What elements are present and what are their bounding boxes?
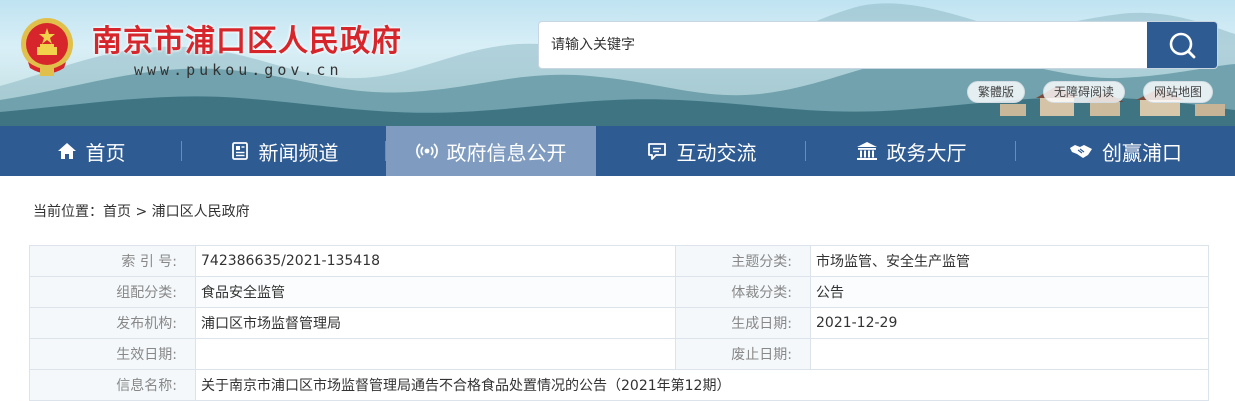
top-links: 繁體版 无障碍阅读 网站地图 xyxy=(966,81,1213,103)
nav-item-interaction[interactable]: 互动交流 xyxy=(596,126,806,176)
breadcrumb-prefix: 当前位置： xyxy=(33,204,103,220)
created-date-value: 2021-12-29 xyxy=(810,307,1209,339)
publisher-label: 发布机构: xyxy=(29,307,196,339)
nav-item-gov-info[interactable]: 政府信息公开 xyxy=(386,126,596,176)
effective-date-label: 生效日期: xyxy=(29,338,196,370)
nav-item-label: 新闻频道 xyxy=(258,140,339,165)
nav-item-news[interactable]: 新闻频道 xyxy=(182,126,386,176)
effective-date-value xyxy=(195,338,676,370)
government-building-icon xyxy=(856,141,878,161)
table-row: 生效日期: 废止日期: xyxy=(29,338,1209,370)
breadcrumb-home-link[interactable]: 首页 xyxy=(103,204,131,220)
publisher-value: 浦口区市场监督管理局 xyxy=(195,307,676,339)
broadcast-icon xyxy=(415,141,438,161)
nav-item-service-hall[interactable]: 政务大厅 xyxy=(806,126,1016,176)
genre-label: 体裁分类: xyxy=(675,276,811,308)
table-row: 索 引 号: 742386635/2021-135418 主题分类: 市场监管、… xyxy=(29,245,1209,277)
nav-item-label: 政务大厅 xyxy=(886,140,967,165)
expiry-date-value xyxy=(810,338,1209,370)
chat-icon xyxy=(646,141,668,161)
breadcrumb-separator: > xyxy=(131,204,152,220)
traditional-chinese-link[interactable]: 繁體版 xyxy=(966,81,1025,103)
topic-label: 主题分类: xyxy=(675,245,811,277)
index-number-label: 索 引 号: xyxy=(29,245,196,277)
breadcrumb: 当前位置：首页 > 浦口区人民政府 xyxy=(33,201,250,221)
national-emblem-logo xyxy=(21,18,73,76)
main-nav: 首页 新闻频道 政府信息公开 互动交流 政务大厅 创赢浦口 xyxy=(0,126,1235,176)
nav-item-label: 创赢浦口 xyxy=(1102,140,1182,165)
search-icon xyxy=(1169,32,1196,59)
handshake-icon xyxy=(1069,141,1093,161)
accessibility-link[interactable]: 无障碍阅读 xyxy=(1042,81,1125,103)
expiry-date-label: 废止日期: xyxy=(675,338,811,370)
header-banner: 南京市浦口区人民政府 www.pukou.gov.cn 繁體版 无障碍阅读 网站… xyxy=(0,0,1235,126)
home-icon xyxy=(57,141,77,161)
document-info-table: 索 引 号: 742386635/2021-135418 主题分类: 市场监管、… xyxy=(29,245,1209,401)
genre-value: 公告 xyxy=(810,276,1209,308)
table-row: 组配分类: 食品安全监管 体裁分类: 公告 xyxy=(29,276,1209,308)
index-number-value: 742386635/2021-135418 xyxy=(195,245,676,277)
sitemap-link[interactable]: 网站地图 xyxy=(1142,81,1213,103)
group-label: 组配分类: xyxy=(29,276,196,308)
table-row: 信息名称: 关于南京市浦口区市场监督管理局通告不合格食品处置情况的公告（2021… xyxy=(29,369,1209,401)
info-name-value: 关于南京市浦口区市场监督管理局通告不合格食品处置情况的公告（2021年第12期） xyxy=(195,369,1209,401)
table-row: 发布机构: 浦口区市场监督管理局 生成日期: 2021-12-29 xyxy=(29,307,1209,339)
nav-item-label: 互动交流 xyxy=(676,140,757,165)
nav-item-business[interactable]: 创赢浦口 xyxy=(1016,126,1235,176)
nav-item-home[interactable]: 首页 xyxy=(0,126,182,176)
group-value: 食品安全监管 xyxy=(195,276,676,308)
nav-item-label: 政府信息公开 xyxy=(446,140,567,165)
nav-item-label: 首页 xyxy=(85,140,126,165)
topic-value: 市场监管、安全生产监管 xyxy=(810,245,1209,277)
info-name-label: 信息名称: xyxy=(29,369,196,401)
search-bar xyxy=(538,21,1218,69)
search-input[interactable] xyxy=(539,22,1147,68)
site-url: www.pukou.gov.cn xyxy=(134,61,343,79)
breadcrumb-district-link[interactable]: 浦口区人民政府 xyxy=(152,204,250,220)
site-title: 南京市浦口区人民政府 xyxy=(92,24,402,59)
newspaper-icon xyxy=(230,141,250,161)
created-date-label: 生成日期: xyxy=(675,307,811,339)
search-button[interactable] xyxy=(1147,22,1217,68)
